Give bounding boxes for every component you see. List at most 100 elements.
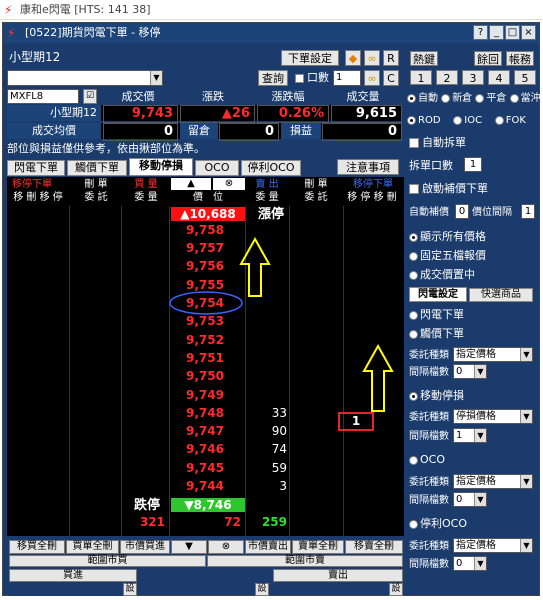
disclaimer: 部位與損益僅供參考，依由揪部位為準。 bbox=[7, 142, 205, 155]
account-button[interactable]: 帳務 bbox=[506, 51, 534, 66]
maximize-button[interactable]: □ bbox=[505, 25, 520, 40]
cancel2-header: 刪 單 bbox=[304, 179, 328, 190]
close-button[interactable]: × bbox=[521, 25, 536, 40]
ask-sub: 委 量 bbox=[255, 192, 279, 203]
sell-settings-button[interactable]: 設 bbox=[389, 583, 403, 596]
radio-flash-order[interactable]: 閃電下單 bbox=[409, 308, 464, 322]
market-buy-button[interactable]: 市價買進 bbox=[120, 540, 170, 554]
cancel2-sub: 委 託 bbox=[304, 192, 328, 203]
radio-rod[interactable]: ROD bbox=[407, 115, 441, 126]
radio-auto[interactable]: 自動 bbox=[407, 93, 438, 104]
type-select-1[interactable]: 指定價格 ▼ bbox=[453, 347, 533, 362]
cancel-all-sell-stop-button[interactable]: 移賣全刪 bbox=[345, 540, 403, 554]
auto-fill-input[interactable]: 0 bbox=[455, 204, 469, 219]
sell-stop-qty[interactable]: 1 bbox=[339, 414, 373, 429]
bid-header: 買 量 bbox=[134, 179, 158, 190]
auto-split-checkbox[interactable]: 自動拆單 bbox=[409, 136, 466, 150]
chevron-down-icon: ▼ bbox=[520, 348, 532, 361]
price-header: 價 位 bbox=[193, 192, 223, 203]
trigger-order-checkbox[interactable]: 啟動補價下單 bbox=[409, 182, 488, 196]
radio-close[interactable]: 平倉 bbox=[475, 93, 506, 104]
chevron-down-icon: ▼ bbox=[474, 365, 486, 378]
link2-icon[interactable]: ∞ bbox=[364, 70, 380, 86]
tab-profit-oco[interactable]: 停利OCO bbox=[241, 160, 301, 176]
diamond-icon[interactable]: ◆ bbox=[345, 50, 361, 66]
radio-center[interactable]: 成交價置中 bbox=[409, 268, 475, 282]
type-select-3[interactable]: 指定價格 ▼ bbox=[453, 474, 533, 489]
app-title: 康和e閃電 [HTS: 141 38] bbox=[20, 3, 151, 16]
buy-button[interactable]: 買進 bbox=[9, 569, 137, 582]
up-arrow-icon bbox=[239, 236, 271, 297]
range-market-sell-button[interactable]: 範圍市賣 bbox=[207, 555, 403, 567]
gap-select-3[interactable]: 0 ▼ bbox=[453, 492, 487, 507]
order-cond-radios: ROD IOC FOK bbox=[407, 114, 526, 128]
c-button[interactable]: C bbox=[383, 70, 399, 86]
cancel-all-buy-button[interactable]: 買單全刪 bbox=[66, 540, 119, 554]
price-ladder[interactable]: ▲10,688 漲停 9,758 9,757 9,756 9,755 9,754 9,75… bbox=[7, 206, 404, 536]
market-sell-button[interactable]: 市價賣出 bbox=[245, 540, 291, 554]
range-market-buy-button[interactable]: 範圍市買 bbox=[9, 555, 206, 567]
tab-flash-settings[interactable]: 閃電設定 bbox=[409, 287, 467, 302]
radio-move-stop[interactable]: 移動停損 bbox=[409, 389, 464, 403]
type-label-2: 委託種類 bbox=[409, 412, 449, 423]
gap-label-2: 間隔檔數 bbox=[409, 431, 449, 442]
radio-trigger-price[interactable]: 觸價下單 bbox=[409, 327, 464, 341]
checkbox-icon[interactable]: ☑ bbox=[83, 89, 97, 104]
gap-select-2[interactable]: 1 ▼ bbox=[453, 428, 487, 443]
minimize-button[interactable]: _ bbox=[489, 25, 504, 40]
radio-fixed-five[interactable]: 固定五檔報價 bbox=[409, 249, 486, 263]
help-button[interactable]: ? bbox=[473, 25, 488, 40]
split-input[interactable]: 1 bbox=[464, 157, 482, 172]
tab-flash[interactable]: 閃電下單 bbox=[7, 160, 65, 176]
hotkey-button[interactable]: 熱鍵 bbox=[410, 51, 438, 66]
scroll-down-button[interactable]: ▼ bbox=[171, 540, 207, 554]
count-checkbox[interactable] bbox=[295, 73, 304, 83]
interval-input[interactable]: 1 bbox=[521, 204, 535, 219]
query-button[interactable]: 查詢 bbox=[258, 70, 288, 86]
tab-oco[interactable]: OCO bbox=[195, 160, 239, 176]
buy-stop-sub: 移 刪 移 停 bbox=[13, 192, 63, 203]
count-stepper[interactable]: 1 bbox=[333, 70, 361, 86]
center-button[interactable]: ⊗ bbox=[208, 540, 244, 554]
gap-select-4[interactable]: 0 ▼ bbox=[453, 556, 487, 571]
radio-profit-oco[interactable]: 停利OCO bbox=[409, 517, 467, 531]
count-label: 口數 bbox=[307, 71, 329, 84]
center-x-button[interactable]: ⊗ bbox=[213, 178, 245, 190]
cancel-all-sell-button[interactable]: 賣單全刪 bbox=[292, 540, 344, 554]
tab-quick-product[interactable]: 快選商品 bbox=[469, 288, 533, 302]
lightning-icon: ⚡ bbox=[7, 26, 16, 40]
type-label-1: 委託種類 bbox=[409, 350, 449, 361]
mid-settings-button[interactable]: 設 bbox=[255, 583, 269, 596]
radio-show-all[interactable]: 顯示所有價格 bbox=[409, 230, 486, 244]
quick-3-button[interactable]: 3 bbox=[462, 70, 484, 85]
quick-1-button[interactable]: 1 bbox=[410, 70, 432, 85]
order-settings-button[interactable]: 下單設定 bbox=[281, 50, 339, 66]
type-select-4[interactable]: 指定價格 ▼ bbox=[453, 538, 533, 553]
quick-4-button[interactable]: 4 bbox=[488, 70, 510, 85]
tab-trigger[interactable]: 觸價下單 bbox=[67, 160, 127, 176]
radio-daytrade[interactable]: 當沖 bbox=[509, 93, 541, 104]
quick-5-button[interactable]: 5 bbox=[514, 70, 536, 85]
quick-2-button[interactable]: 2 bbox=[436, 70, 458, 85]
cancel-sub: 委 託 bbox=[84, 192, 108, 203]
product-select[interactable]: ▼ bbox=[7, 70, 163, 86]
avg-label: 成交均價 bbox=[7, 123, 101, 139]
notice-button[interactable]: 注意事項 bbox=[337, 159, 399, 175]
return-report-button[interactable]: 餘回 bbox=[474, 51, 502, 66]
scroll-up-button[interactable]: ▲ bbox=[171, 178, 211, 190]
sell-button[interactable]: 賣出 bbox=[273, 569, 403, 582]
radio-ioc[interactable]: IOC bbox=[453, 115, 482, 126]
radio-new[interactable]: 新倉 bbox=[441, 93, 472, 104]
symbol-select[interactable]: MXFL8 bbox=[7, 89, 79, 104]
type-select-2[interactable]: 停損價格 ▼ bbox=[453, 409, 533, 424]
tab-move-stop[interactable]: 移動停損 bbox=[129, 158, 193, 176]
link-icon[interactable]: ∞ bbox=[364, 50, 380, 66]
order-window: ⚡ [0522]期貨閃電下單 - 移停 ? _ □ × 小型期12 下單設定 ◆… bbox=[2, 22, 541, 596]
chevron-down-icon: ▼ bbox=[520, 410, 532, 423]
radio-fok[interactable]: FOK bbox=[494, 115, 526, 126]
buy-settings-button[interactable]: 設 bbox=[123, 583, 137, 596]
radio-oco[interactable]: OCO bbox=[409, 453, 445, 467]
gap-select-1[interactable]: 0 ▼ bbox=[453, 364, 487, 379]
cancel-all-buy-stop-button[interactable]: 移買全刪 bbox=[9, 540, 65, 554]
r-button[interactable]: R bbox=[383, 50, 399, 66]
